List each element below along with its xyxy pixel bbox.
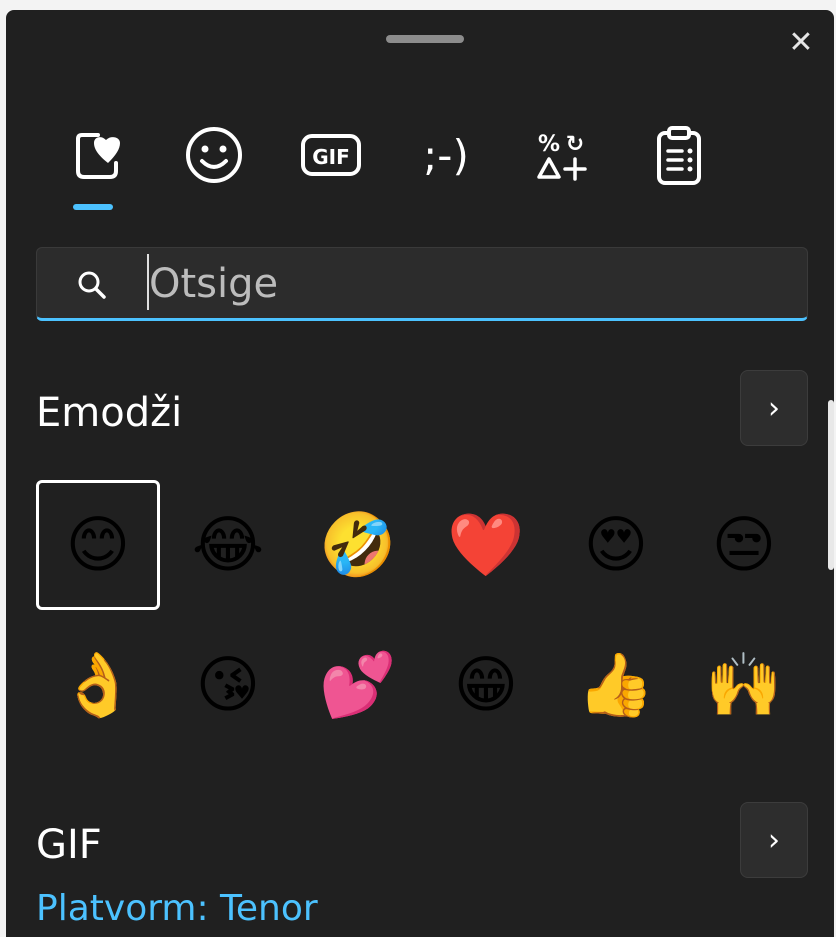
tab-clipboard[interactable] [634,110,724,200]
svg-text:↻: ↻ [566,132,584,157]
emoji-panel: ✕ GIF ;-) % ↻ Otsige Emodži › 😊 😂 🤣 ❤️ 😍… [6,10,834,937]
category-tabs: GIF ;-) % ↻ [6,110,834,220]
clipboard-icon [657,126,701,185]
emoji-item[interactable]: 👌 [36,620,160,750]
smiley-icon [186,127,242,183]
symbols-icon: % ↻ [537,132,587,181]
heart-in-box-icon [76,133,120,179]
emoji-item[interactable]: 😊 [36,480,160,610]
search-box[interactable] [36,247,808,321]
emoji-item[interactable]: 😒 [682,480,806,610]
emoji-item[interactable]: 💕 [296,620,420,750]
gif-provider-link[interactable]: Platvorm: Tenor [36,888,318,929]
emoji-item[interactable]: 🙌 [682,620,806,750]
drag-handle[interactable] [386,35,464,43]
gif-icon: GIF [301,134,361,176]
emoji-item[interactable]: 🤣 [296,480,420,610]
close-button[interactable]: ✕ [783,25,819,61]
active-tab-indicator [73,204,113,210]
tab-emoji[interactable] [169,110,259,200]
scrollbar-thumb[interactable] [828,400,834,570]
tab-gif[interactable]: GIF [286,110,376,200]
kaomoji-icon: ;-) [423,130,469,180]
emoji-item[interactable]: 😁 [424,620,548,750]
svg-text:%: % [538,132,560,157]
emoji-item[interactable]: 👍 [554,620,678,750]
emoji-item[interactable]: 😍 [554,480,678,610]
gif-section-title: GIF [36,822,102,868]
gif-more-button[interactable]: › [740,802,808,878]
tab-favorites[interactable] [53,110,143,200]
emoji-more-button[interactable]: › [740,370,808,446]
tab-symbols[interactable]: % ↻ [518,110,608,200]
search-icon [78,271,106,299]
tab-kaomoji[interactable]: ;-) [401,110,491,200]
emoji-item[interactable]: 😘 [166,620,290,750]
emoji-section-title: Emodži [36,390,183,436]
emoji-item[interactable]: ❤️ [424,480,548,610]
search-input[interactable] [149,256,789,312]
svg-text:GIF: GIF [312,145,350,169]
emoji-item[interactable]: 😂 [166,480,290,610]
